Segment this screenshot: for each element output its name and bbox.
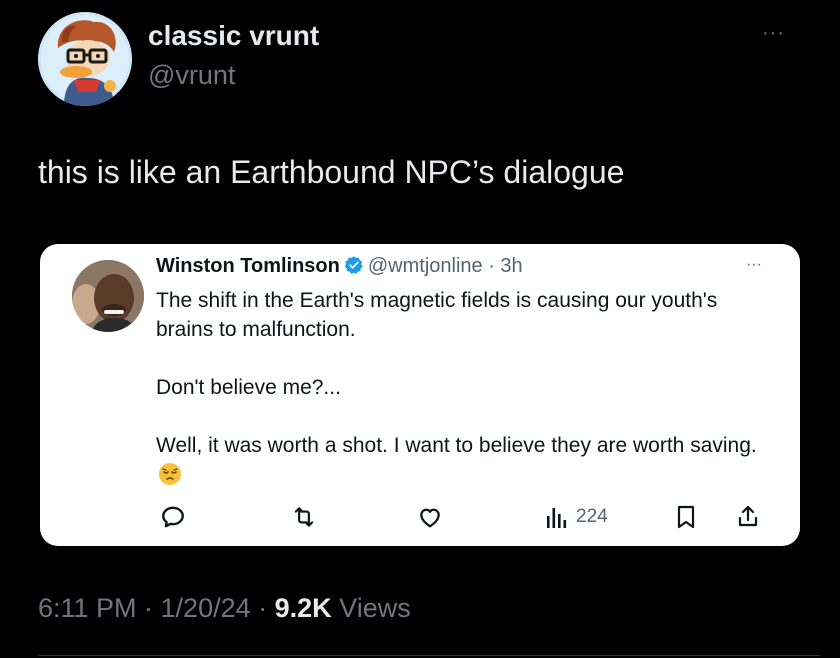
like-icon[interactable] — [416, 502, 444, 532]
author-avatar[interactable] — [38, 12, 132, 106]
tweet-text: this is like an Earthbound NPC’s dialogu… — [38, 154, 625, 190]
views-button[interactable]: 224 — [546, 502, 608, 532]
quoted-paragraph-text: Well, it was worth a shot. I want to bel… — [156, 434, 757, 457]
quoted-handle-time[interactable]: @wmtjonline · 3h — [368, 255, 523, 277]
quoted-paragraph: Don't believe me?... — [156, 376, 341, 399]
reply-icon[interactable] — [160, 502, 186, 532]
views-label: Views — [331, 593, 411, 623]
pensive-face-emoji-icon — [158, 462, 182, 494]
quoted-author-avatar[interactable] — [72, 260, 144, 332]
views-number: 9.2K — [274, 593, 332, 623]
retweet-icon[interactable] — [290, 502, 318, 532]
quoted-paragraph: The shift in the Earth's magnetic fields… — [156, 289, 718, 341]
views-count: 224 — [576, 506, 608, 527]
share-icon[interactable] — [736, 502, 760, 532]
author-handle[interactable]: @vrunt — [148, 60, 235, 91]
author-display-name[interactable]: classic vrunt — [148, 20, 319, 52]
quoted-header: Winston Tomlinson @wmtjonline · 3h — [156, 255, 523, 281]
quoted-body: The shift in the Earth's magnetic fields… — [156, 286, 766, 494]
tweet-metadata: 6:11 PM · 1/20/24 · 9.2K Views — [38, 593, 411, 624]
quoted-paragraph: Well, it was worth a shot. I want to bel… — [156, 431, 766, 494]
quoted-more-icon[interactable]: ··· — [746, 256, 762, 274]
verified-badge-icon — [344, 255, 364, 281]
timestamp[interactable]: 6:11 PM · 1/20/24 · — [38, 593, 275, 623]
quoted-actions-bar: 224 — [40, 502, 800, 532]
divider — [38, 655, 820, 656]
bookmark-icon[interactable] — [674, 502, 698, 532]
more-options-icon[interactable]: ··· — [762, 22, 785, 45]
quoted-tweet-card[interactable]: Winston Tomlinson @wmtjonline · 3h ··· Th… — [40, 244, 800, 546]
quoted-author-name[interactable]: Winston Tomlinson — [156, 255, 340, 277]
views-icon — [546, 504, 568, 530]
